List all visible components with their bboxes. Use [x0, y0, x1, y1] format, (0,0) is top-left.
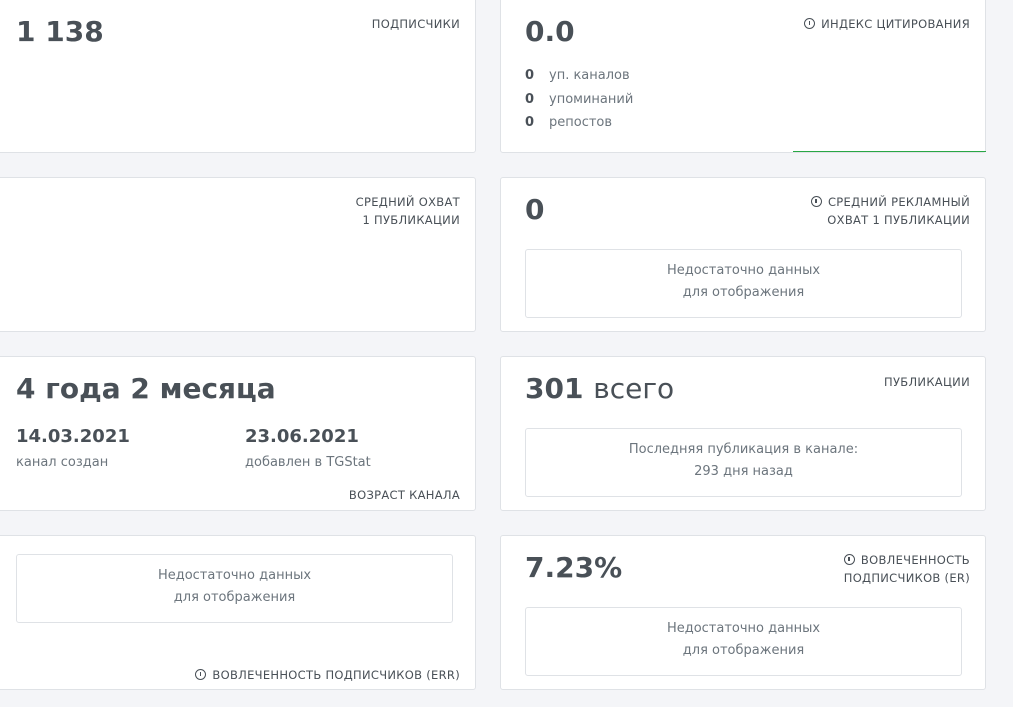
er-label[interactable]: ВОВЛЕЧЕННОСТЬ ПОДПИСЧИКОВ (ER) — [844, 551, 970, 587]
subscribers-value: 1 138 — [16, 15, 104, 48]
publications-label: ПУБЛИКАЦИИ — [884, 375, 970, 389]
publications-value: 301 всего — [525, 372, 675, 405]
channel-age-card: 4 года 2 месяца 14.03.2021 канал создан … — [0, 356, 476, 511]
channel-age-label: ВОЗРАСТ КАНАЛА — [348, 488, 460, 502]
citation-label[interactable]: ИНДЕКС ЦИТИРОВАНИЯ — [804, 15, 970, 33]
avg-reach-card: СРЕДНИЙ ОХВАТ 1 ПУБЛИКАЦИИ — [0, 177, 476, 332]
avg-reach-label: СРЕДНИЙ ОХВАТ 1 ПУБЛИКАЦИИ — [355, 195, 460, 227]
info-icon[interactable] — [195, 669, 207, 680]
citation-card: 0.0 ИНДЕКС ЦИТИРОВАНИЯ 0 уп. каналов 0 упо… — [500, 0, 986, 153]
subscribers-card: 1 138 ПОДПИСЧИКИ — [0, 0, 476, 153]
info-icon[interactable] — [843, 554, 855, 565]
channel-age-value: 4 года 2 месяца — [16, 372, 276, 405]
info-icon[interactable] — [804, 18, 816, 29]
avg-ad-reach-value: 0 — [525, 193, 545, 226]
err-label[interactable]: ВОВЛЕЧЕННОСТЬ ПОДПИСЧИКОВ (ERR) — [195, 666, 460, 684]
nodata-box: Недостаточно данных для отображения — [525, 607, 962, 676]
info-icon[interactable] — [810, 196, 822, 207]
created-label: канал создан — [16, 455, 109, 470]
created-date: 14.03.2021 — [16, 426, 130, 447]
stat-row-reposts: 0 репостов — [525, 115, 613, 130]
avg-ad-reach-label[interactable]: СРЕДНИЙ РЕКЛАМНЫЙ ОХВАТ 1 ПУБЛИКАЦИИ — [810, 193, 970, 229]
nodata-box: Недостаточно данных для отображения — [16, 554, 453, 623]
added-label: добавлен в TGStat — [245, 455, 371, 470]
stat-row-channels: 0 уп. каналов — [525, 68, 630, 83]
citation-value: 0.0 — [525, 15, 575, 48]
added-date: 23.06.2021 — [245, 426, 359, 447]
er-card: 7.23% ВОВЛЕЧЕННОСТЬ ПОДПИСЧИКОВ (ER) Нед… — [500, 535, 986, 690]
nodata-box: Недостаточно данных для отображения — [525, 249, 962, 318]
subscribers-label: ПОДПИСЧИКИ — [371, 17, 460, 31]
publications-card: 301 всего ПУБЛИКАЦИИ Последняя публикаци… — [500, 356, 986, 511]
avg-ad-reach-card: 0 СРЕДНИЙ РЕКЛАМНЫЙ ОХВАТ 1 ПУБЛИКАЦИИ Н… — [500, 177, 986, 332]
err-card: Недостаточно данных для отображения ВОВЛ… — [0, 535, 476, 690]
citation-accent-line — [793, 151, 986, 152]
er-value: 7.23% — [525, 551, 623, 584]
last-publication-box: Последняя публикация в канале: 293 дня н… — [525, 428, 962, 497]
stat-row-mentions: 0 упоминаний — [525, 92, 634, 107]
